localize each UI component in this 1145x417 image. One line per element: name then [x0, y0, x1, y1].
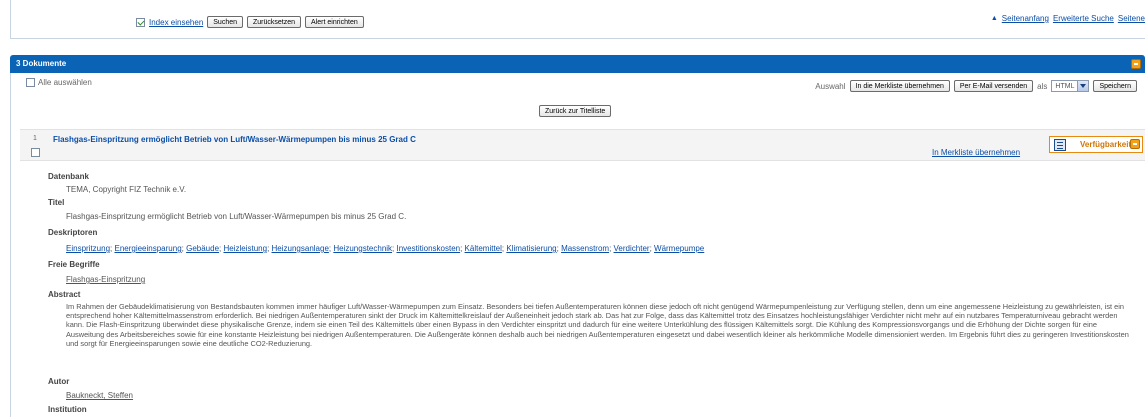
- save-button[interactable]: Speichern: [1093, 80, 1137, 92]
- titel-value: Flashgas-Einspritzung ermöglicht Betrieb…: [66, 212, 407, 221]
- select-all-row: Alle auswählen: [26, 78, 92, 87]
- result-number: 1: [33, 135, 37, 142]
- chevron-down-icon[interactable]: [1077, 81, 1089, 91]
- select-all-label[interactable]: Alle auswählen: [38, 78, 92, 87]
- availability-button[interactable]: Verfügbarkeit: [1049, 136, 1143, 153]
- deskriptoren-label: Deskriptoren: [48, 228, 98, 237]
- back-to-list-button[interactable]: Zurück zur Titelliste: [539, 105, 612, 117]
- merkliste-link[interactable]: In Merkliste übernehmen: [932, 148, 1020, 157]
- link-erweiterte-suche[interactable]: Erweiterte Suche: [1053, 14, 1114, 23]
- reset-button[interactable]: Zurücksetzen: [247, 16, 302, 28]
- deskriptor-link[interactable]: Gebäude: [186, 244, 219, 253]
- deskriptor-link[interactable]: Heizleistung: [223, 244, 267, 253]
- datenbank-value: TEMA, Copyright FIZ Technik e.V.: [66, 185, 187, 194]
- freie-begriffe-link[interactable]: Flashgas-Einspritzung: [66, 275, 145, 284]
- result-checkbox[interactable]: [31, 148, 40, 157]
- deskriptor-link[interactable]: Kältemittel: [465, 244, 502, 253]
- documents-title: 3 Dokumente: [16, 59, 67, 68]
- alert-button[interactable]: Alert einrichten: [305, 16, 364, 28]
- result-collapse-icon[interactable]: [1130, 139, 1140, 149]
- deskriptor-link[interactable]: Klimatisierung: [506, 244, 556, 253]
- index-checkbox[interactable]: [136, 17, 145, 27]
- titel-label: Titel: [48, 198, 65, 207]
- deskriptor-link[interactable]: Massenstrom: [561, 244, 609, 253]
- collapse-icon[interactable]: [1131, 59, 1141, 69]
- index-link[interactable]: Index einsehen: [149, 18, 203, 27]
- deskriptor-link[interactable]: Heizungstechnik: [333, 244, 392, 253]
- link-seitenanfang[interactable]: Seitenanfang: [1002, 14, 1049, 23]
- auswahl-label: Auswahl: [815, 81, 846, 91]
- email-button[interactable]: Per E-Mail versenden: [953, 80, 1034, 92]
- documents-header: 3 Dokumente: [10, 55, 1145, 73]
- link-seitene[interactable]: Seitene: [1118, 14, 1145, 23]
- arrow-up-icon: ▲: [990, 15, 998, 22]
- deskriptor-link[interactable]: Heizungsanlage: [272, 244, 329, 253]
- search-panel-cut-text: [147, 1, 237, 6]
- search-controls: Index einsehen Suchen Zurücksetzen Alert…: [136, 16, 364, 28]
- deskriptor-link[interactable]: Einspritzung: [66, 244, 110, 253]
- document-list-icon: [1054, 138, 1066, 151]
- top-nav-links: ▲ Seitenanfang Erweiterte Suche Seitene: [991, 14, 1145, 23]
- search-button[interactable]: Suchen: [207, 16, 244, 28]
- abstract-label: Abstract: [48, 290, 81, 299]
- freie-begriffe-label: Freie Begriffe: [48, 260, 100, 269]
- merkliste-button[interactable]: In die Merkliste übernehmen: [849, 80, 950, 92]
- institution-label: Institution: [48, 405, 87, 414]
- deskriptor-link[interactable]: Verdichter: [614, 244, 650, 253]
- action-row: Auswahl In die Merkliste übernehmen Per …: [815, 80, 1137, 92]
- deskriptor-link[interactable]: Investitionskosten: [397, 244, 461, 253]
- availability-label: Verfügbarkeit: [1080, 140, 1132, 149]
- datenbank-label: Datenbank: [48, 172, 89, 181]
- format-select-value: HTML: [1055, 82, 1075, 90]
- result-header: 1 Flashgas-Einspritzung ermöglicht Betri…: [20, 129, 1145, 161]
- autor-label: Autor: [48, 377, 70, 386]
- result-title[interactable]: Flashgas-Einspritzung ermöglicht Betrieb…: [53, 135, 416, 144]
- als-label: als: [1037, 81, 1048, 91]
- autor-link[interactable]: Baukneckt, Steffen: [66, 391, 133, 400]
- deskriptor-link[interactable]: Wärmepumpe: [654, 244, 704, 253]
- abstract-text: Im Rahmen der Gebäudeklimatisierung von …: [66, 302, 1129, 348]
- select-all-checkbox[interactable]: [26, 78, 35, 87]
- deskriptor-link[interactable]: Energieeinsparung: [114, 244, 181, 253]
- deskriptoren-list: Einspritzung; Energieeinsparung; Gebäude…: [66, 244, 705, 253]
- format-select[interactable]: HTML: [1051, 80, 1090, 92]
